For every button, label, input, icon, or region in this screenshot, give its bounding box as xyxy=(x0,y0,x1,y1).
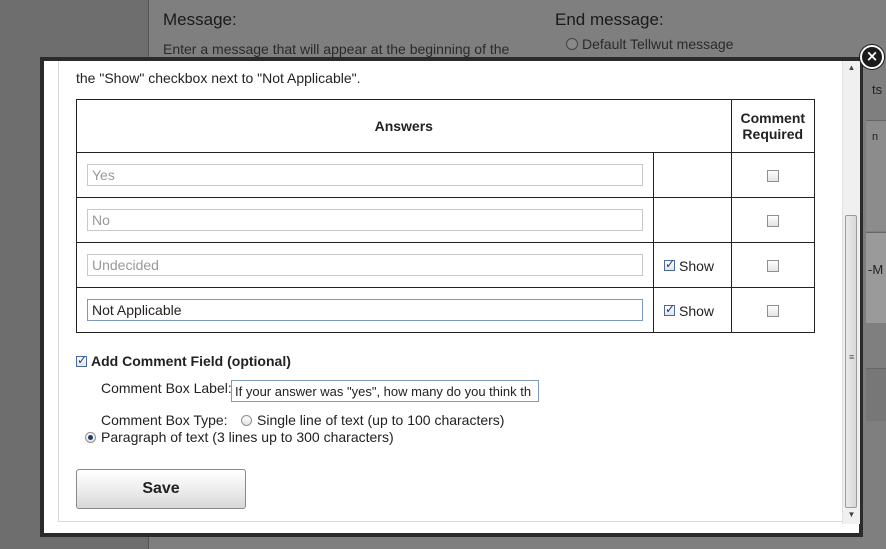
show-label: Show xyxy=(679,302,715,319)
answer-cell xyxy=(76,242,654,288)
show-label: Show xyxy=(679,257,715,274)
instruction-text: the "Show" checkbox next to "Not Applica… xyxy=(76,70,361,86)
show-cell xyxy=(653,152,732,198)
comment-required-checkbox-no[interactable] xyxy=(766,215,779,228)
answer-input-no[interactable] xyxy=(87,209,643,231)
comment-type-single-radio[interactable] xyxy=(241,415,252,426)
comment-required-checkbox-yes[interactable] xyxy=(766,170,779,183)
answer-input-yes[interactable] xyxy=(87,164,643,186)
answer-cell xyxy=(76,152,654,198)
comment-box-label-input[interactable] xyxy=(231,380,539,402)
answers-table: Answers Comment Required Yes No Undecide… xyxy=(76,99,816,333)
add-comment-checkbox[interactable] xyxy=(76,353,87,367)
answer-cell xyxy=(76,287,654,333)
bg-end-message-option: Default Tellwut message xyxy=(582,36,734,52)
show-cell: Show xyxy=(653,242,732,288)
bg-end-message-radio xyxy=(566,38,578,50)
comment-header-line1: Comment xyxy=(740,110,806,126)
bg-right-fragment: n xyxy=(872,131,879,143)
answer-cell xyxy=(76,197,654,243)
bg-right-fragment: ts xyxy=(872,82,883,97)
add-comment-field: Add Comment Field (optional) xyxy=(76,353,291,369)
show-cell xyxy=(653,197,732,243)
comment-type-paragraph-label: Paragraph of text (3 lines up to 300 cha… xyxy=(101,429,394,445)
show-checkbox-undecided[interactable] xyxy=(664,257,675,272)
comment-required-cell xyxy=(730,287,816,333)
table-row xyxy=(76,197,816,243)
bg-message-text: Enter a message that will appear at the … xyxy=(163,41,510,57)
bg-right-panel xyxy=(866,232,886,323)
scrollbar-thumb[interactable]: ≡ xyxy=(845,215,857,508)
comment-required-cell xyxy=(730,242,816,288)
comment-required-cell xyxy=(730,152,816,198)
answer-input-undecided[interactable] xyxy=(87,254,643,276)
comment-required-checkbox-undecided[interactable] xyxy=(766,260,779,273)
show-checkbox-not-applicable[interactable] xyxy=(664,302,675,317)
add-comment-label: Add Comment Field (optional) xyxy=(91,353,291,369)
bg-end-message-heading: End message: xyxy=(555,10,664,29)
table-row: Show xyxy=(76,242,816,288)
comment-type-single-label: Single line of text (up to 100 character… xyxy=(257,412,505,428)
comment-type-paragraph-radio[interactable] xyxy=(85,432,96,443)
table-row: Show xyxy=(76,287,816,333)
bg-right-panel xyxy=(866,368,886,421)
comment-type-single-option[interactable]: Single line of text (up to 100 character… xyxy=(241,412,504,428)
comment-header-line2: Required xyxy=(742,126,804,142)
comment-required-cell xyxy=(730,197,816,243)
answers-column-header: Answers xyxy=(76,99,732,153)
show-cell: Show xyxy=(653,287,732,333)
scroll-down-arrow-icon[interactable]: ▼ xyxy=(843,508,860,522)
table-header-row: Answers Comment Required xyxy=(76,99,816,153)
answer-options-modal: the "Show" checkbox next to "Not Applica… xyxy=(40,57,863,537)
comment-box-label-caption: Comment Box Label: xyxy=(101,380,232,396)
comment-box-type-caption: Comment Box Type: xyxy=(101,412,228,428)
close-icon[interactable]: × xyxy=(860,45,884,69)
bg-message-heading: Message: xyxy=(163,10,237,29)
modal-scrollbar[interactable]: ▲ ≡ ▼ xyxy=(842,61,860,524)
scrollbar-grip-icon: ≡ xyxy=(849,352,855,362)
table-row xyxy=(76,152,816,198)
modal-content: the "Show" checkbox next to "Not Applica… xyxy=(58,61,843,522)
save-button[interactable]: Save xyxy=(76,469,246,509)
answer-input-not-applicable[interactable] xyxy=(87,299,643,321)
scroll-up-arrow-icon[interactable]: ▲ xyxy=(843,61,860,75)
comment-required-column-header: Comment Required xyxy=(730,99,816,153)
comment-required-checkbox-not-applicable[interactable] xyxy=(766,305,779,318)
comment-type-paragraph-option[interactable]: Paragraph of text (3 lines up to 300 cha… xyxy=(85,429,394,445)
bg-right-fragment: -M xyxy=(868,262,884,277)
